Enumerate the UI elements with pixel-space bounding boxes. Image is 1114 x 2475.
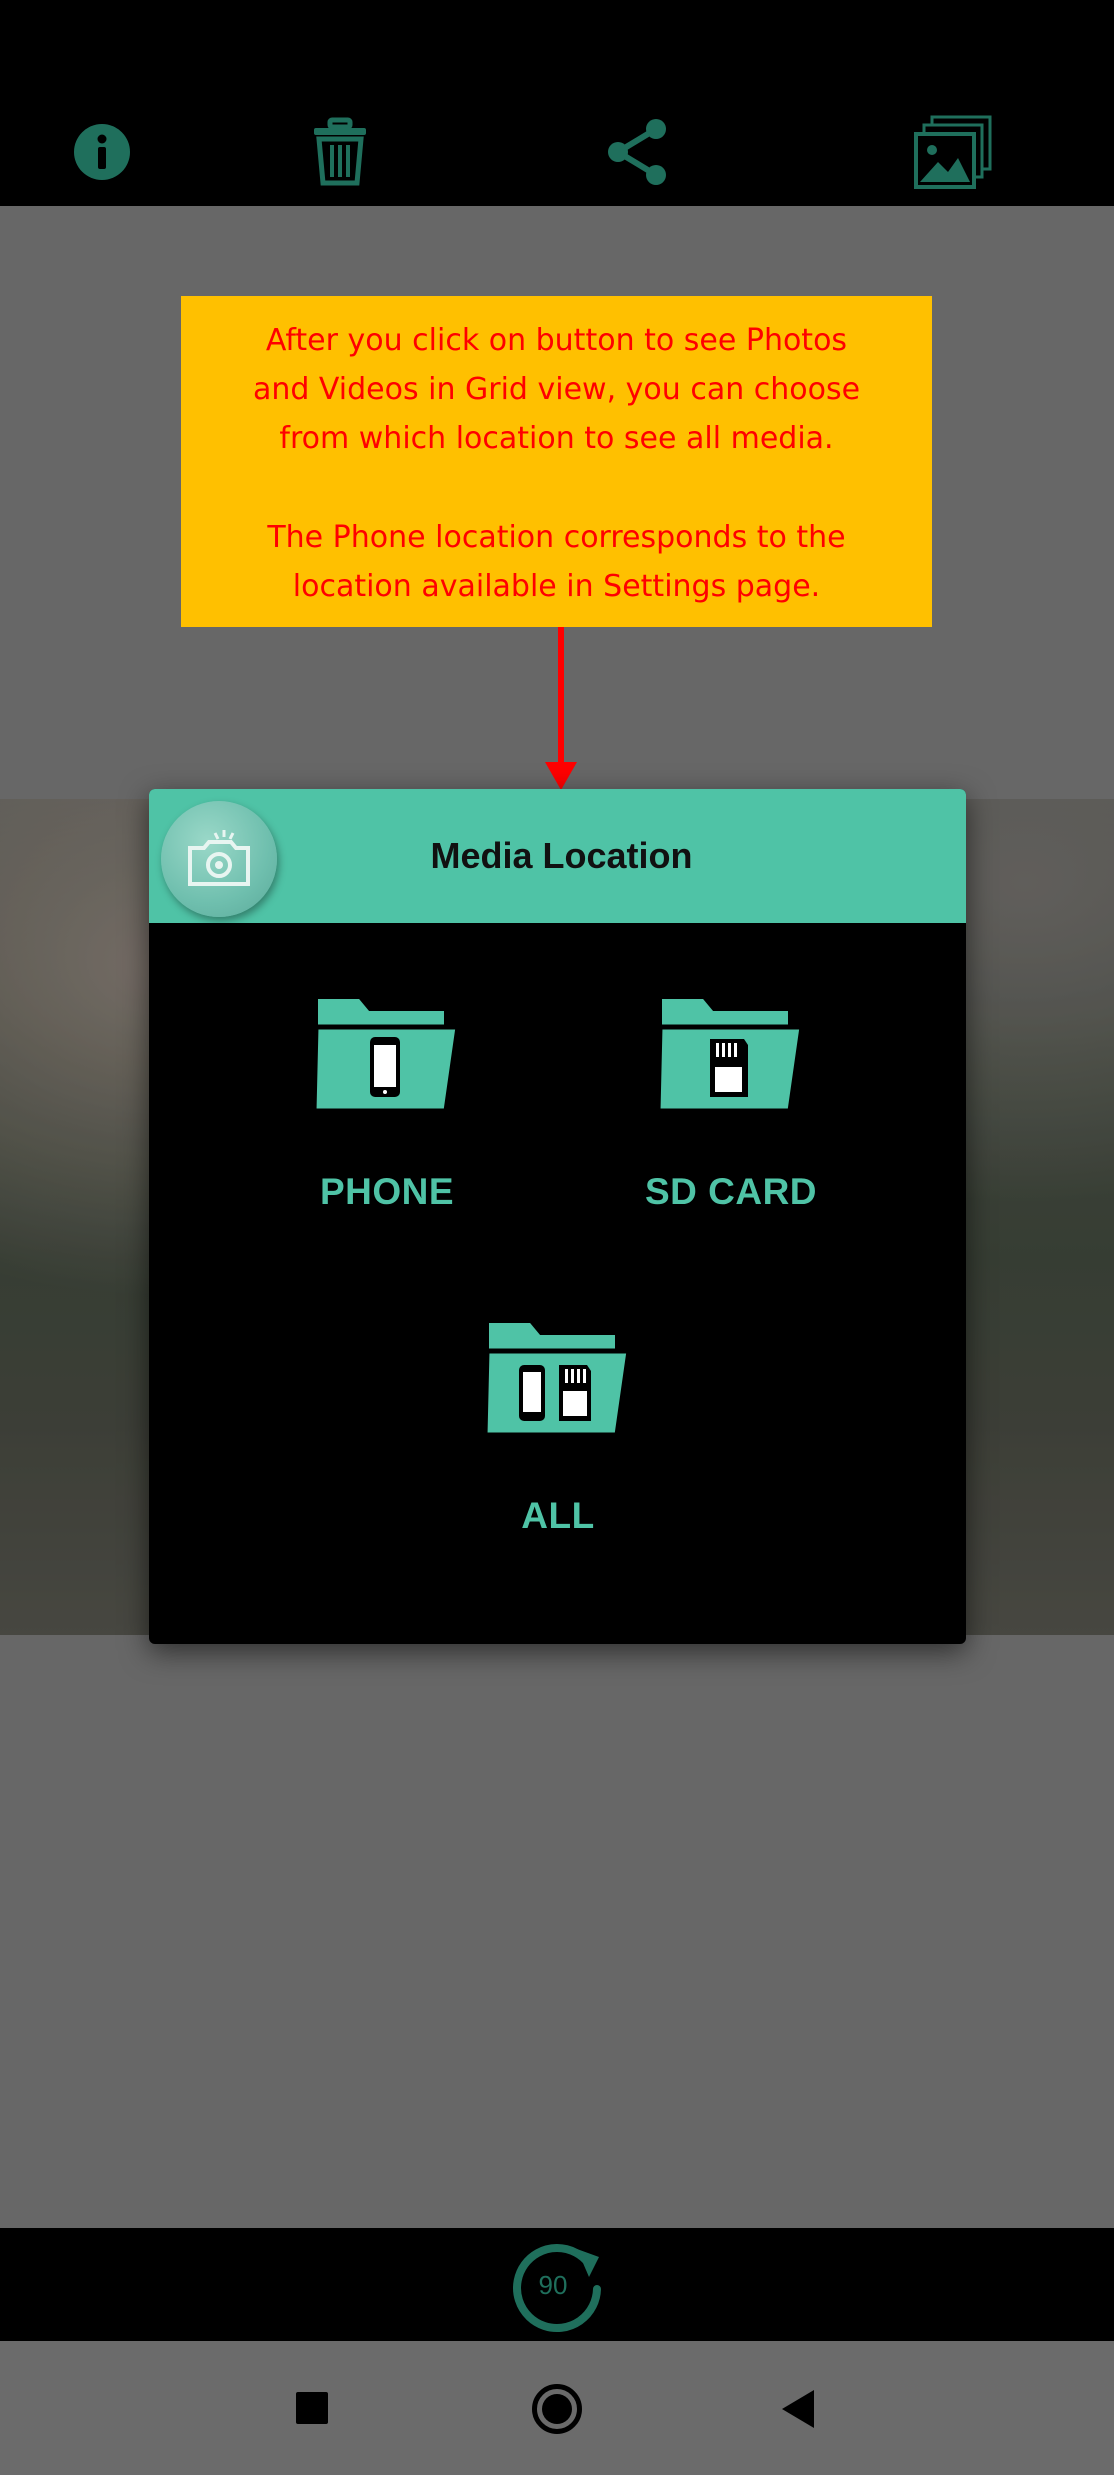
- sd-card-folder-icon: [655, 987, 806, 1117]
- phone-folder-icon: [311, 987, 462, 1117]
- annotation-arrow: [558, 627, 564, 767]
- all-folder-icon: [482, 1311, 633, 1441]
- annotation-line-4: The Phone location corresponds to the: [267, 520, 846, 555]
- share-icon[interactable]: [597, 112, 677, 192]
- annotation-line-3: from which location to see all media.: [279, 421, 834, 456]
- annotation-callout: After you click on button to see Photos …: [181, 296, 932, 627]
- home-button[interactable]: [532, 2384, 582, 2434]
- phone-option[interactable]: PHONE: [311, 987, 462, 1213]
- info-icon[interactable]: [62, 112, 142, 192]
- top-toolbar: [0, 0, 1114, 206]
- media-location-dialog: Media Location PHONE SD CARD ALL: [149, 789, 966, 1644]
- sd-card-option-label: SD CARD: [644, 1171, 818, 1212]
- annotation-line-2: and Videos in Grid view, you can choose: [252, 372, 861, 407]
- annotation-line-1: After you click on button to see Photos: [265, 323, 848, 358]
- back-button[interactable]: [782, 2390, 814, 2428]
- dialog-header: Media Location: [149, 789, 966, 923]
- all-option-label: ALL: [521, 1495, 595, 1536]
- sd-card-option[interactable]: SD CARD: [636, 987, 826, 1213]
- trash-icon[interactable]: [300, 112, 380, 192]
- rotate-icon[interactable]: 90: [505, 2231, 611, 2337]
- all-option[interactable]: ALL: [482, 1311, 633, 1537]
- gallery-grid-icon[interactable]: [914, 112, 994, 192]
- annotation-line-5: location available in Settings page.: [292, 569, 821, 604]
- camera-icon: [161, 801, 277, 917]
- annotation-arrow-head: [545, 762, 577, 790]
- recent-apps-button[interactable]: [296, 2392, 328, 2424]
- rotate-label: 90: [539, 2270, 568, 2300]
- phone-option-label: PHONE: [319, 1171, 455, 1212]
